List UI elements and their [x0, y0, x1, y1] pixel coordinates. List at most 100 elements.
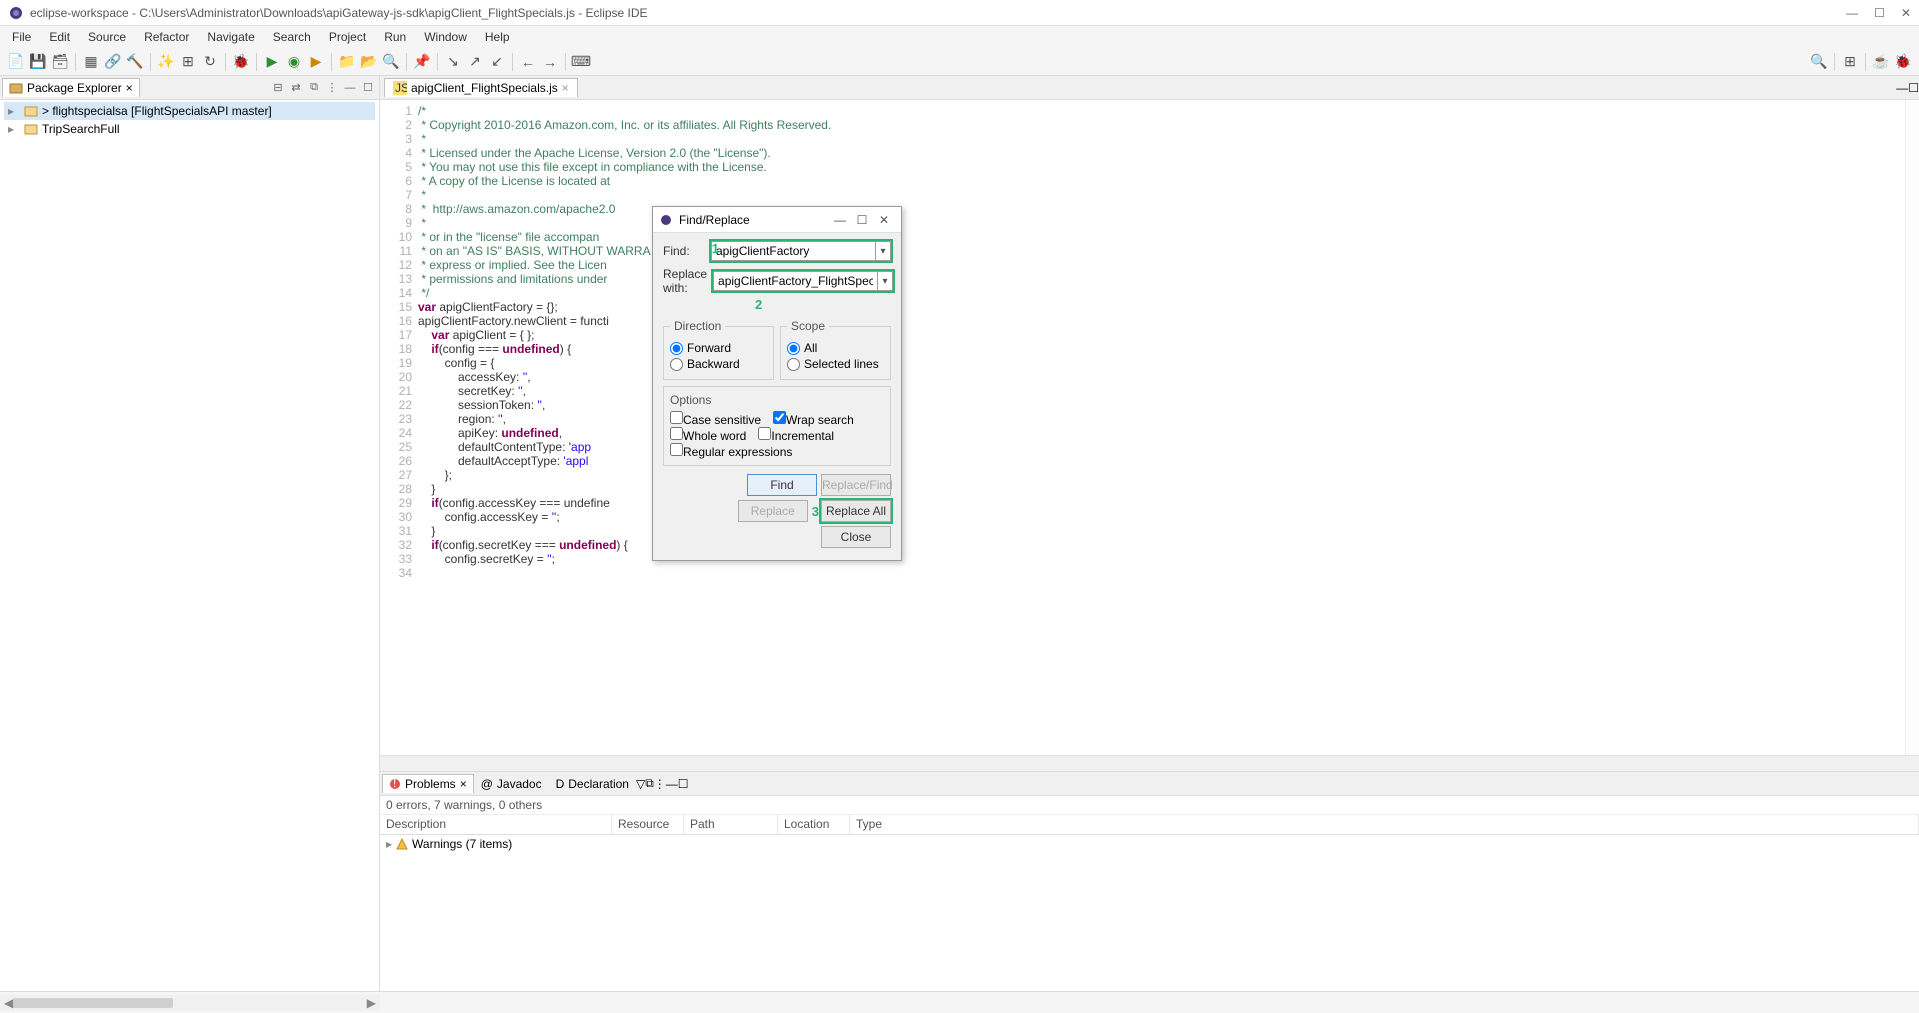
search-access-icon[interactable]: 🔍	[1809, 52, 1829, 72]
step2-icon[interactable]: ↗	[465, 52, 485, 72]
code-editor[interactable]: 1234567891011121314151617181920212223242…	[380, 100, 1919, 755]
focus-icon[interactable]: ⧉	[305, 79, 323, 97]
menu-file[interactable]: File	[4, 28, 39, 46]
window-maximize-button[interactable]: ☐	[1874, 6, 1885, 20]
link-icon[interactable]: 🔗	[103, 52, 123, 72]
problems-tab[interactable]: ! Problems ×	[382, 774, 474, 793]
project-tree[interactable]: ▸ > flightspecialsa [FlightSpecialsAPI m…	[0, 100, 379, 991]
overview-ruler[interactable]	[1905, 100, 1919, 755]
whole-word-checkbox[interactable]	[670, 427, 683, 440]
explorer-horizontal-scrollbar[interactable]: ◀ ▶	[0, 995, 380, 1011]
search-tb-icon[interactable]: 🔍	[381, 52, 401, 72]
replace-input[interactable]	[713, 271, 877, 291]
menu-run[interactable]: Run	[376, 28, 414, 46]
step3-icon[interactable]: ↙	[487, 52, 507, 72]
toggle-icon[interactable]: ▦	[81, 52, 101, 72]
filter-icon[interactable]: ▽	[636, 777, 645, 791]
table-row[interactable]: ▸ Warnings (7 items)	[380, 835, 1919, 853]
find-input[interactable]	[711, 241, 875, 261]
bug-icon[interactable]: 🐞	[231, 52, 251, 72]
menu-refactor[interactable]: Refactor	[136, 28, 197, 46]
coverage-icon[interactable]: ◉	[284, 52, 304, 72]
view-menu-icon[interactable]: ⋮	[654, 777, 666, 791]
editor-horizontal-scrollbar[interactable]	[380, 755, 1919, 771]
run-icon[interactable]: ▶	[262, 52, 282, 72]
folder2-icon[interactable]: 📂	[359, 52, 379, 72]
focus-icon[interactable]: ⧉	[645, 776, 654, 791]
maximize-editor-icon[interactable]: ☐	[1908, 81, 1919, 95]
col-description[interactable]: Description	[380, 815, 612, 834]
menu-project[interactable]: Project	[321, 28, 374, 46]
maximize-view-icon[interactable]: ☐	[359, 79, 377, 97]
terminal-icon[interactable]: ⌨	[571, 52, 591, 72]
dialog-close-button[interactable]: ✕	[873, 213, 895, 227]
folder-icon[interactable]: 📁	[337, 52, 357, 72]
saveall-icon[interactable]: 🗃	[50, 52, 70, 72]
incremental-checkbox[interactable]	[758, 427, 771, 440]
link-editor-icon[interactable]: ⇄	[287, 79, 305, 97]
declaration-tab[interactable]: D Declaration	[549, 774, 636, 793]
regex-checkbox[interactable]	[670, 443, 683, 456]
dropdown-icon[interactable]: ▾	[875, 241, 891, 261]
maximize-view-icon[interactable]: ☐	[678, 777, 689, 791]
perspective-debug-icon[interactable]: 🐞	[1893, 52, 1913, 72]
replace-find-button[interactable]: Replace/Find	[821, 474, 891, 496]
replace-button[interactable]: Replace	[738, 500, 808, 522]
expand-icon[interactable]: ▸	[8, 104, 20, 118]
minimize-view-icon[interactable]: —	[341, 79, 359, 97]
menu-search[interactable]: Search	[265, 28, 319, 46]
expand-icon[interactable]: ▸	[386, 837, 392, 851]
expand-icon[interactable]: ▸	[8, 122, 20, 136]
wand-icon[interactable]: ✨	[156, 52, 176, 72]
editor-tab-apigclient[interactable]: JS apigClient_FlightSpecials.js ×	[384, 78, 578, 97]
code-content[interactable]: /* * Copyright 2010-2016 Amazon.com, Inc…	[418, 100, 1919, 755]
col-resource[interactable]: Resource	[612, 815, 684, 834]
menu-source[interactable]: Source	[80, 28, 134, 46]
perspective-java-icon[interactable]: ☕	[1871, 52, 1891, 72]
close-icon[interactable]: ×	[460, 777, 467, 791]
menu-window[interactable]: Window	[416, 28, 475, 46]
window-close-button[interactable]: ✕	[1901, 6, 1911, 20]
find-button[interactable]: Find	[747, 474, 817, 496]
close-icon[interactable]: ×	[126, 81, 133, 95]
refresh-icon[interactable]: ↻	[200, 52, 220, 72]
step-icon[interactable]: ↘	[443, 52, 463, 72]
case-sensitive-checkbox[interactable]	[670, 411, 683, 424]
tree-item-tripsearch[interactable]: ▸ TripSearchFull	[4, 120, 375, 138]
dialog-titlebar[interactable]: Find/Replace — ☐ ✕	[653, 207, 901, 233]
package-explorer-tab[interactable]: Package Explorer ×	[2, 78, 140, 97]
forward-radio[interactable]	[670, 342, 683, 355]
perspective-open-icon[interactable]: ⊞	[1840, 52, 1860, 72]
minimize-editor-icon[interactable]: —	[1896, 81, 1908, 95]
replace-all-button[interactable]: Replace All	[821, 500, 891, 522]
build-icon[interactable]: 🔨	[125, 52, 145, 72]
wrap-search-checkbox[interactable]	[773, 411, 786, 424]
problems-table[interactable]: Description Resource Path Location Type …	[380, 815, 1919, 991]
back-icon[interactable]: ←	[518, 52, 538, 72]
close-icon[interactable]: ×	[562, 81, 569, 95]
save-icon[interactable]: 💾	[28, 52, 48, 72]
collapse-all-icon[interactable]: ⊟	[269, 79, 287, 97]
window-minimize-button[interactable]: —	[1846, 6, 1858, 20]
col-location[interactable]: Location	[778, 815, 850, 834]
all-radio[interactable]	[787, 342, 800, 355]
tree-item-flightspecials[interactable]: ▸ > flightspecialsa [FlightSpecialsAPI m…	[4, 102, 375, 120]
run-ext-icon[interactable]: ▶	[306, 52, 326, 72]
forward-icon[interactable]: →	[540, 52, 560, 72]
dialog-minimize-button[interactable]: —	[829, 213, 851, 227]
view-menu-icon[interactable]: ⋮	[323, 79, 341, 97]
col-type[interactable]: Type	[850, 815, 1919, 834]
javadoc-tab[interactable]: @ Javadoc	[474, 774, 549, 793]
selected-radio[interactable]	[787, 358, 800, 371]
minimize-view-icon[interactable]: —	[666, 777, 678, 791]
close-button[interactable]: Close	[821, 526, 891, 548]
scrollbar-thumb[interactable]	[13, 998, 173, 1008]
grid-icon[interactable]: ⊞	[178, 52, 198, 72]
menu-help[interactable]: Help	[477, 28, 518, 46]
dropdown-icon[interactable]: ▾	[877, 271, 893, 291]
menu-edit[interactable]: Edit	[41, 28, 78, 46]
col-path[interactable]: Path	[684, 815, 778, 834]
new-icon[interactable]: 📄	[6, 52, 26, 72]
pin-icon[interactable]: 📌	[412, 52, 432, 72]
menu-navigate[interactable]: Navigate	[199, 28, 262, 46]
